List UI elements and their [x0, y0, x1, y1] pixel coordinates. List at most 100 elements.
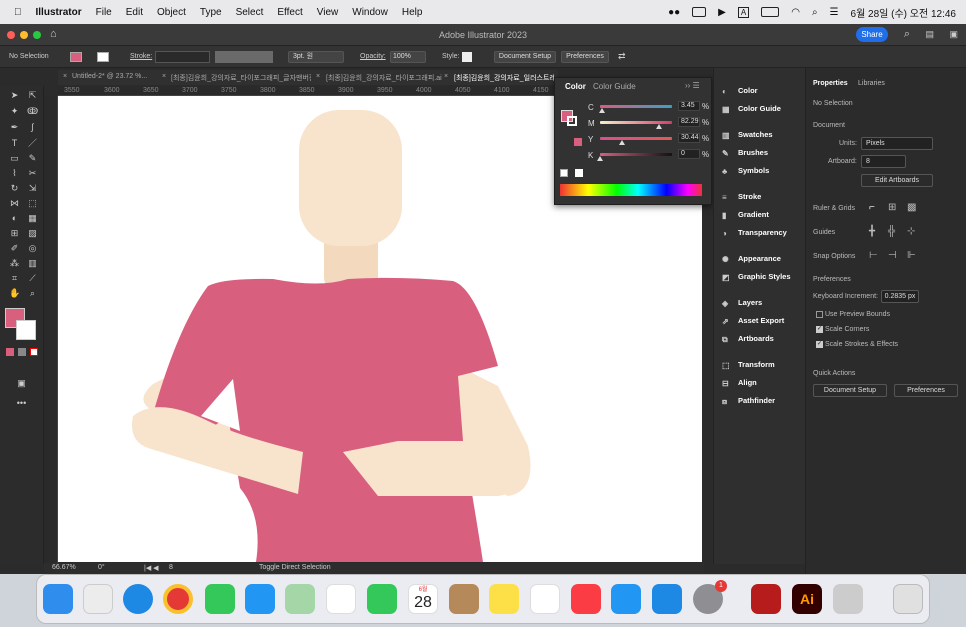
black-value[interactable]: 0: [678, 149, 700, 159]
symbol-sprayer-tool-icon[interactable]: ⁂: [9, 258, 20, 269]
none-color-swatch[interactable]: [560, 169, 568, 177]
arrange-documents-icon[interactable]: ⇄: [618, 51, 626, 62]
document-setup-button[interactable]: Document Setup: [494, 51, 556, 63]
stroke-label[interactable]: Stroke:: [130, 53, 152, 60]
shape-builder-tool-icon[interactable]: ◐: [9, 213, 20, 224]
stroke-swatch[interactable]: [97, 52, 109, 62]
rotate-tool-icon[interactable]: ↻: [9, 183, 20, 194]
menu-type[interactable]: Type: [200, 7, 222, 18]
minimize-window-icon[interactable]: [20, 31, 28, 39]
apple-icon[interactable]: : [14, 7, 22, 18]
notes-icon[interactable]: [489, 584, 519, 614]
none-mode-icon[interactable]: [30, 348, 38, 356]
cyan-value[interactable]: 3.45: [678, 101, 700, 111]
app-store-icon[interactable]: [652, 584, 682, 614]
workspace-icon[interactable]: ▤: [925, 29, 934, 40]
quick-preferences-button[interactable]: Preferences: [894, 384, 958, 397]
facetime-icon[interactable]: [367, 584, 397, 614]
quick-document-setup-button[interactable]: Document Setup: [813, 384, 887, 397]
smart-guides-icon[interactable]: ⊹: [907, 226, 915, 237]
shaper-tool-icon[interactable]: ⌇: [9, 168, 20, 179]
units-select[interactable]: Pixels: [861, 137, 933, 150]
tab-close-icon[interactable]: ×: [162, 73, 166, 80]
tab-close-icon[interactable]: ×: [316, 73, 320, 80]
scale-strokes-checkbox[interactable]: ✓: [816, 341, 823, 348]
calendar-icon[interactable]: 6월 28: [408, 584, 438, 614]
menu-select[interactable]: Select: [236, 7, 264, 18]
line-tool-icon[interactable]: ／: [27, 138, 38, 149]
type-tool-icon[interactable]: T: [9, 138, 20, 149]
contacts-icon[interactable]: [449, 584, 479, 614]
magic-wand-tool-icon[interactable]: ✦: [9, 106, 20, 117]
out-of-gamut-swatch[interactable]: [574, 138, 582, 146]
selection-tool-icon[interactable]: ➤: [9, 90, 20, 101]
lasso-tool-icon[interactable]: ↂ: [27, 106, 38, 117]
brush-definition[interactable]: 3pt. 원: [288, 51, 344, 63]
snap-point-icon[interactable]: ⊢: [869, 250, 878, 261]
preferences-button[interactable]: Preferences: [561, 51, 609, 63]
direct-selection-tool-icon[interactable]: ⇱: [27, 90, 38, 101]
menu-file[interactable]: File: [96, 7, 112, 18]
menu-window[interactable]: Window: [352, 7, 388, 18]
tab-properties[interactable]: Properties: [813, 80, 848, 87]
graph-tool-icon[interactable]: ▥: [27, 258, 38, 269]
mail-icon[interactable]: [245, 584, 275, 614]
battery-icon[interactable]: [761, 7, 780, 17]
record-icon[interactable]: ●●: [668, 7, 680, 18]
black-slider[interactable]: [600, 153, 672, 156]
artboard-number[interactable]: 8: [169, 564, 173, 571]
acrobat-icon[interactable]: [751, 584, 781, 614]
document-tab-active[interactable]: [최종]김윤희_강의자료_일러스트레이션: [454, 73, 554, 83]
scissors-tool-icon[interactable]: ✂: [27, 168, 38, 179]
music-icon[interactable]: [571, 584, 601, 614]
change-screen-mode-icon[interactable]: ▣: [16, 378, 27, 389]
gradient-tool-icon[interactable]: ▨: [27, 228, 38, 239]
share-button[interactable]: Share: [856, 27, 888, 42]
tab-libraries[interactable]: Libraries: [858, 80, 885, 87]
panel-pathfinder[interactable]: ⧈ Pathfinder: [722, 396, 775, 406]
menu-view[interactable]: View: [317, 7, 339, 18]
panel-graphic-styles[interactable]: ◩ Graphic Styles: [722, 272, 791, 282]
pixel-grid-icon[interactable]: ▩: [907, 202, 916, 213]
yellow-slider[interactable]: [600, 137, 672, 140]
zoom-tool-icon[interactable]: ⌕: [27, 288, 38, 299]
opacity-label[interactable]: Opacity:: [360, 53, 386, 60]
panel-brushes[interactable]: ✎ Brushes: [722, 148, 768, 158]
panel-menu-icon[interactable]: ›› ☰: [685, 81, 700, 90]
stroke-weight-field[interactable]: [155, 51, 210, 63]
maximize-window-icon[interactable]: [33, 31, 41, 39]
chrome-icon[interactable]: [163, 584, 193, 614]
black-slider-thumb[interactable]: [597, 156, 603, 161]
magenta-slider-thumb[interactable]: [656, 124, 663, 129]
app-menu[interactable]: Illustrator: [36, 7, 82, 18]
panel-gradient[interactable]: ▮ Gradient: [722, 210, 769, 220]
show-guides-icon[interactable]: ╋: [869, 226, 875, 237]
more-tools-icon[interactable]: •••: [16, 398, 27, 409]
color-mode-icon[interactable]: [6, 348, 14, 356]
home-icon[interactable]: ⌂: [50, 28, 57, 40]
menu-object[interactable]: Object: [157, 7, 186, 18]
panel-color-guide[interactable]: ▦ Color Guide: [722, 104, 781, 114]
launchpad-icon[interactable]: [83, 584, 113, 614]
control-center-icon[interactable]: ☰: [830, 7, 839, 18]
paintbrush-tool-icon[interactable]: ✎: [27, 153, 38, 164]
blend-tool-icon[interactable]: ◎: [27, 243, 38, 254]
keynote-icon[interactable]: [611, 584, 641, 614]
cyan-slider-thumb[interactable]: [599, 108, 606, 113]
freeform-icon[interactable]: [530, 584, 560, 614]
screen-icon[interactable]: [692, 7, 707, 17]
panel-color[interactable]: ◐ Color: [722, 86, 758, 96]
menu-help[interactable]: Help: [402, 7, 423, 18]
hand-tool-icon[interactable]: ✋: [9, 288, 20, 299]
panels-icon[interactable]: ▣: [949, 29, 958, 40]
artboard-tool-icon[interactable]: ⌗: [9, 273, 20, 284]
panel-stroke[interactable]: ≡ Stroke: [722, 192, 761, 202]
play-icon[interactable]: ▶: [718, 7, 726, 18]
color-spectrum[interactable]: [560, 184, 702, 196]
panel-transparency[interactable]: ◑ Transparency: [722, 228, 787, 238]
messages-icon[interactable]: [205, 584, 235, 614]
eyedropper-tool-icon[interactable]: ✐: [9, 243, 20, 254]
keyboard-increment-field[interactable]: 0.2835 px: [881, 290, 919, 303]
yellow-slider-thumb[interactable]: [618, 140, 625, 145]
curvature-tool-icon[interactable]: ∫: [27, 122, 38, 133]
